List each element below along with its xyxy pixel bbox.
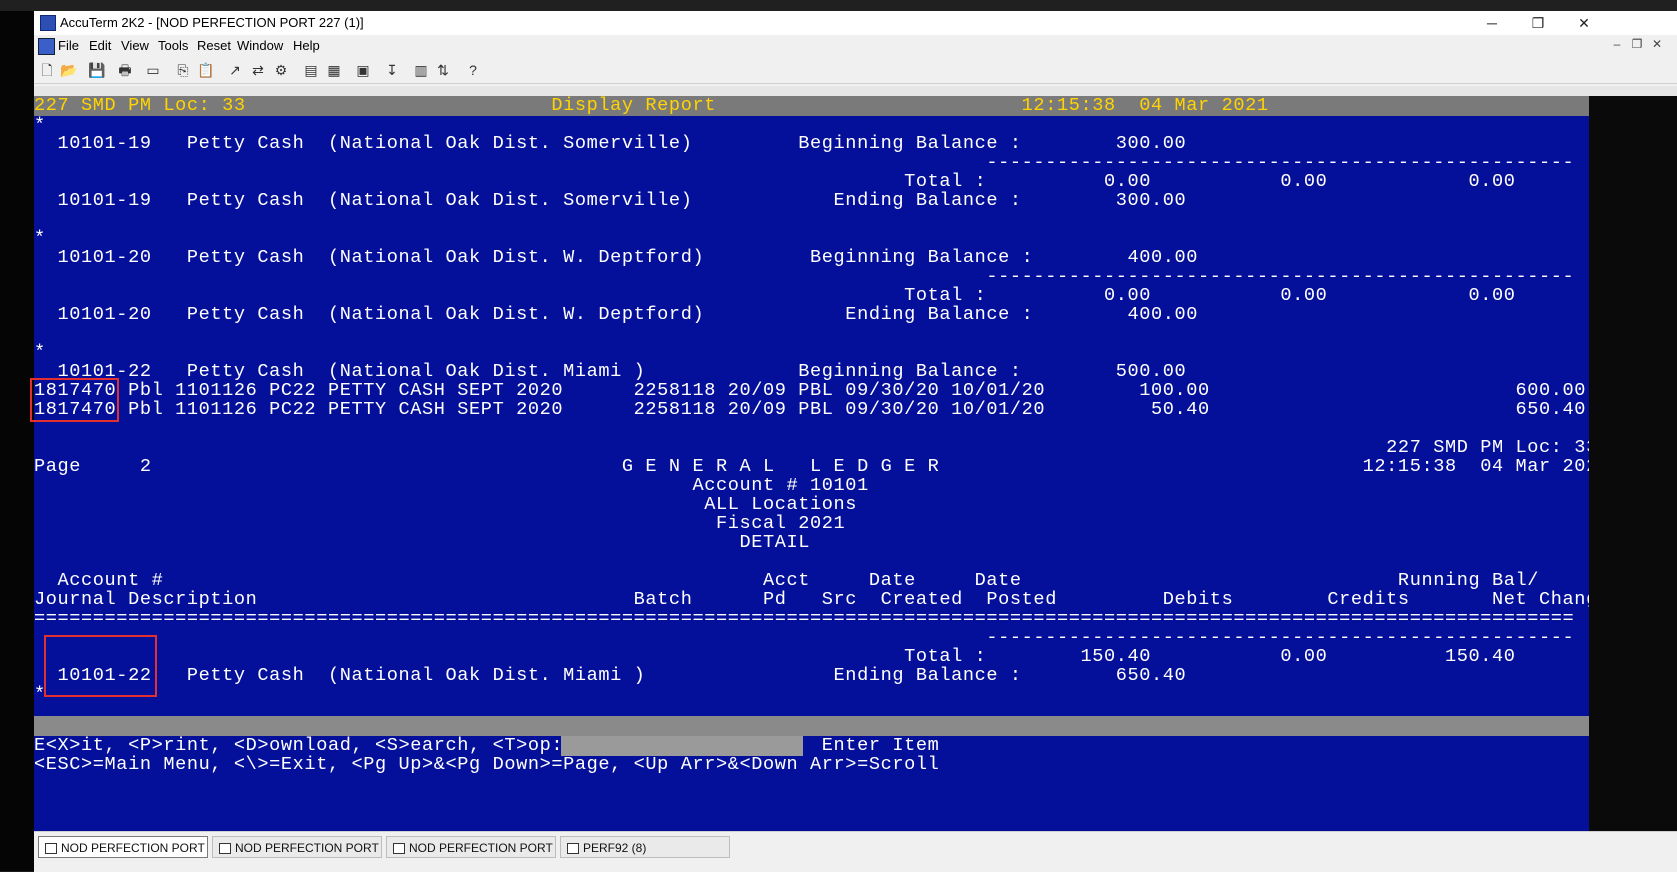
- help-line: <ESC>=Main Menu, <\>=Exit, <Pg Up>&<Pg D…: [34, 754, 940, 775]
- session-tab-2[interactable]: NOD PERFECTION PORT 2...: [212, 836, 382, 858]
- page-heading-line: Page 2 G E N E R A L L E D G E R 12:15:3…: [34, 456, 1610, 477]
- script-icon[interactable]: ▦: [325, 61, 343, 79]
- report-line: Total : 0.00 0.00 0.00: [34, 285, 1516, 306]
- report-line: Total : 0.00 0.00 0.00: [34, 171, 1516, 192]
- journal-row: 1817470 Pbl 1101126 PC22 PETTY CASH SEPT…: [34, 380, 1587, 401]
- report-line: *: [34, 228, 46, 249]
- capture-icon[interactable]: ▤: [302, 61, 320, 79]
- settings-icon[interactable]: ⚙: [272, 61, 290, 79]
- account-highlight-box: [44, 635, 157, 697]
- macro-icon[interactable]: ⇅: [434, 61, 452, 79]
- journal-row: 1817470 Pbl 1101126 PC22 PETTY CASH SEPT…: [34, 399, 1587, 420]
- open-icon[interactable]: 📂: [60, 61, 78, 79]
- connect-icon[interactable]: ↗: [226, 61, 244, 79]
- app-icon: [40, 15, 56, 31]
- journal-highlight-box: [30, 378, 119, 422]
- session-tabs: NOD PERFECTION PORT 2... NOD PERFECTION …: [34, 831, 1677, 872]
- terminal-screen[interactable]: 227 SMD PM Loc: 33 Display Report 12:15:…: [30, 96, 1609, 831]
- session-tab-3[interactable]: NOD PERFECTION PORT 2...: [386, 836, 556, 858]
- window-icon: [567, 843, 579, 854]
- column-header-line: Journal Description Batch Pd Src Created…: [34, 589, 1610, 610]
- mdi-minimize-button[interactable]: –: [1609, 37, 1625, 51]
- report-line: 10101-22 Petty Cash (National Oak Dist. …: [34, 665, 1187, 686]
- session-tab-4[interactable]: PERF92 (8): [560, 836, 730, 858]
- session-tab-1[interactable]: NOD PERFECTION PORT 2...: [38, 836, 208, 858]
- window-icon: [393, 843, 405, 854]
- title-bar: AccuTerm 2K2 - [NOD PERFECTION PORT 227 …: [34, 11, 1677, 35]
- report-line: Fiscal 2021: [34, 513, 846, 534]
- paste-icon[interactable]: 📋: [197, 61, 215, 79]
- report-line: 10101-20 Petty Cash (National Oak Dist. …: [34, 304, 1199, 325]
- report-line: ----------------------------------------…: [34, 152, 1575, 173]
- terminal-area: 227 SMD PM Loc: 33 Display Report 12:15:…: [30, 86, 1677, 831]
- menu-bar: File Edit View Tools Reset Window Help –…: [34, 35, 1677, 57]
- print-setup-icon[interactable]: ▭: [144, 61, 162, 79]
- accuterm-window: AccuTerm 2K2 - [NOD PERFECTION PORT 227 …: [30, 11, 1677, 872]
- scroll-icon[interactable]: ▥: [412, 61, 430, 79]
- status-bar: [34, 716, 1589, 736]
- column-header-line: Account # Acct Date Date Running Bal/: [34, 570, 1540, 591]
- copy-icon[interactable]: ⎘: [174, 61, 192, 79]
- document-icon[interactable]: [38, 38, 55, 55]
- minimize-button[interactable]: ─: [1469, 13, 1515, 33]
- window-icon: [219, 843, 231, 854]
- report-line: DETAIL: [34, 532, 811, 553]
- menu-edit[interactable]: Edit: [89, 38, 111, 53]
- window-title: AccuTerm 2K2 - [NOD PERFECTION PORT 227 …: [60, 15, 364, 30]
- new-icon[interactable]: 🗋: [38, 61, 56, 79]
- report-line: 10101-22 Petty Cash (National Oak Dist. …: [34, 361, 1187, 382]
- menu-window[interactable]: Window: [237, 38, 283, 53]
- print-icon[interactable]: 🖶: [116, 61, 134, 79]
- send-file-icon[interactable]: ▣: [354, 61, 372, 79]
- mdi-close-button[interactable]: ✕: [1649, 37, 1665, 51]
- report-line: Account # 10101: [34, 475, 869, 496]
- report-line: 10101-19 Petty Cash (National Oak Dist. …: [34, 133, 1187, 154]
- report-line: Total : 150.40 0.00 150.40: [34, 646, 1516, 667]
- report-line: 227 SMD PM Loc: 33: [34, 437, 1598, 458]
- window-icon: [45, 843, 57, 854]
- desktop-left-edge: [0, 11, 34, 871]
- help-icon[interactable]: ?: [464, 61, 482, 79]
- disconnect-icon[interactable]: ⇄: [249, 61, 267, 79]
- menu-tools[interactable]: Tools: [158, 38, 188, 53]
- menu-file[interactable]: File: [58, 38, 79, 53]
- mdi-restore-button[interactable]: ❐: [1629, 37, 1645, 51]
- menu-view[interactable]: View: [121, 38, 149, 53]
- receive-file-icon[interactable]: ↧: [383, 61, 401, 79]
- command-line: E<X>it, <P>rint, <D>ownload, <S>earch, <…: [34, 735, 940, 756]
- menu-help[interactable]: Help: [293, 38, 320, 53]
- report-line: ALL Locations: [34, 494, 858, 515]
- report-line: *: [34, 342, 46, 363]
- menu-reset[interactable]: Reset: [197, 38, 231, 53]
- report-line: ----------------------------------------…: [34, 266, 1575, 287]
- report-line: 10101-20 Petty Cash (National Oak Dist. …: [34, 247, 1199, 268]
- close-button[interactable]: ✕: [1561, 13, 1607, 33]
- separator-line: ========================================…: [34, 608, 1575, 629]
- save-icon[interactable]: 💾: [88, 61, 106, 79]
- toolbar: 🗋 📂 💾 🖶 ▭ ⎘ 📋 ↗ ⇄ ⚙ ▤ ▦ ▣ ↧ ▥ ⇅ ?: [34, 57, 1677, 84]
- restore-button[interactable]: ❐: [1515, 13, 1561, 33]
- report-line: ----------------------------------------…: [34, 627, 1575, 648]
- screen-top-edge: [0, 0, 1677, 11]
- terminal-right-gap: [1589, 96, 1677, 831]
- report-line: 10101-19 Petty Cash (National Oak Dist. …: [34, 190, 1187, 211]
- report-header-bar: 227 SMD PM Loc: 33 Display Report 12:15:…: [34, 96, 1589, 116]
